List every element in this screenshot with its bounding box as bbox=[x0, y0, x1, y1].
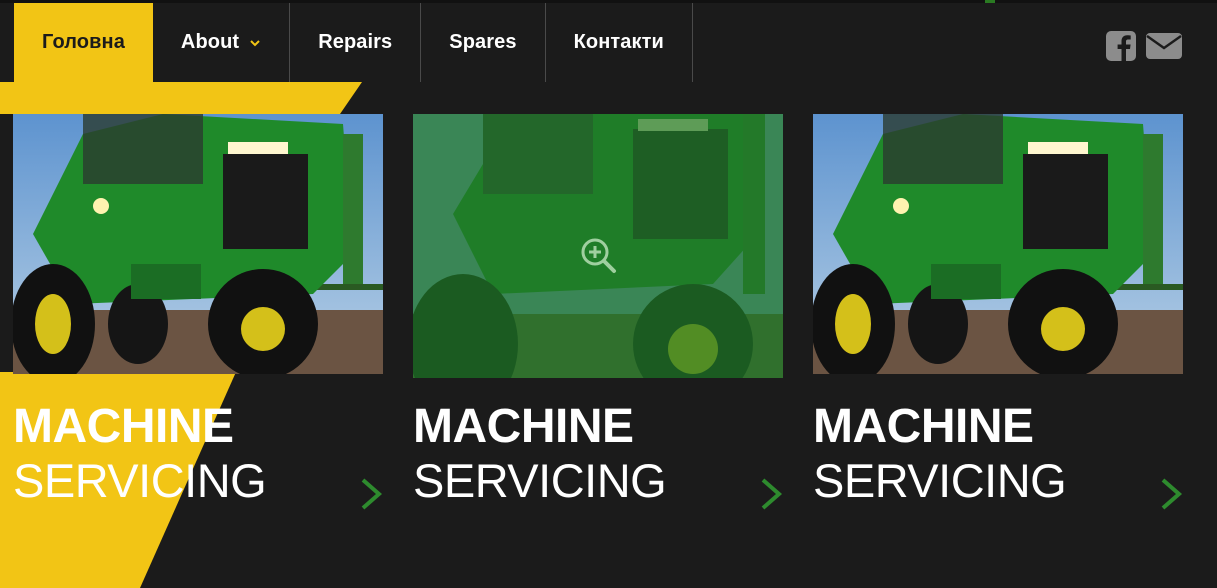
main-nav: Головна About Repairs Spares Контакти bbox=[14, 3, 693, 82]
nav-item-spares[interactable]: Spares bbox=[421, 3, 546, 82]
service-card: MACHINE SERVICING bbox=[813, 114, 1183, 588]
card-title-light: SERVICING bbox=[413, 454, 667, 507]
chevron-right-icon[interactable] bbox=[1159, 476, 1183, 512]
chevron-down-icon bbox=[250, 39, 260, 46]
zoom-in-icon[interactable] bbox=[579, 236, 617, 274]
chevron-right-icon[interactable] bbox=[359, 476, 383, 512]
mail-icon[interactable] bbox=[1145, 30, 1183, 62]
chevron-right-icon[interactable] bbox=[759, 476, 783, 512]
nav-item-label: Контакти bbox=[573, 31, 664, 53]
service-card: MACHINE SERVICING bbox=[13, 114, 383, 588]
tractor-photo[interactable] bbox=[13, 114, 383, 374]
nav-item-label: Spares bbox=[449, 31, 517, 53]
service-card: MACHINE SERVICING bbox=[413, 114, 783, 588]
card-title-bold: MACHINE bbox=[813, 400, 1034, 453]
nav-item-label: About bbox=[180, 31, 240, 53]
tractor-photo[interactable] bbox=[813, 114, 1183, 374]
tractor-image bbox=[13, 114, 383, 374]
card-title-light: SERVICING bbox=[13, 454, 267, 507]
facebook-icon[interactable] bbox=[1105, 30, 1137, 62]
card-title-bold: MACHINE bbox=[413, 400, 634, 453]
nav-item-home[interactable]: Головна bbox=[14, 3, 153, 82]
nav-item-repairs[interactable]: Repairs bbox=[290, 3, 422, 82]
nav-item-label: Repairs bbox=[318, 31, 393, 53]
nav-item-about[interactable]: About bbox=[153, 3, 291, 82]
social-links bbox=[1105, 30, 1183, 62]
card-title-bold: MACHINE bbox=[13, 400, 234, 453]
nav-item-contacts[interactable]: Контакти bbox=[546, 3, 693, 82]
nav-item-label: Головна bbox=[42, 31, 125, 53]
top-bar-accent bbox=[985, 0, 995, 3]
tractor-image bbox=[813, 114, 1183, 374]
card-title-light: SERVICING bbox=[813, 454, 1067, 507]
